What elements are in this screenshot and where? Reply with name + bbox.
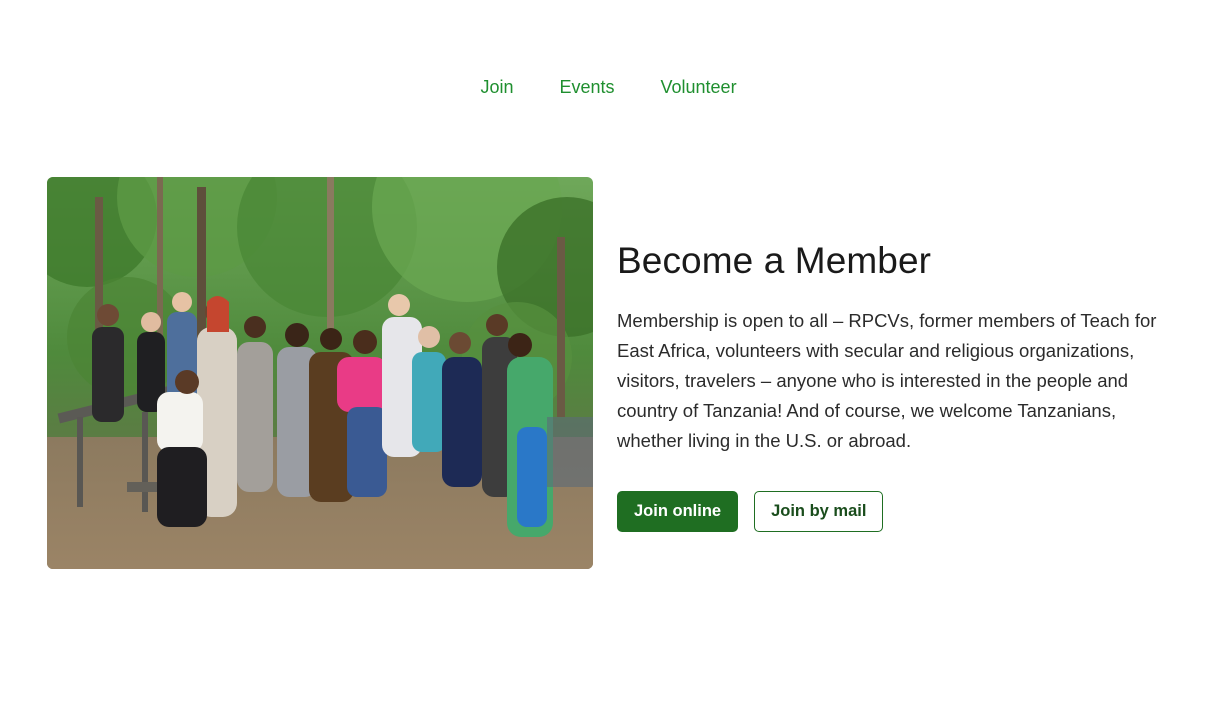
group-photo	[47, 177, 593, 569]
nav-link-events[interactable]: Events	[559, 72, 614, 102]
join-by-mail-button[interactable]: Join by mail	[754, 491, 884, 532]
page: Join Events Volunteer Become a Member Me…	[0, 0, 1217, 716]
nav-link-join[interactable]: Join	[480, 72, 513, 102]
membership-section: Become a Member Membership is open to al…	[617, 236, 1177, 532]
top-nav: Join Events Volunteer	[0, 72, 1217, 102]
membership-description: Membership is open to all – RPCVs, forme…	[617, 310, 1157, 451]
join-online-button[interactable]: Join online	[617, 491, 739, 532]
button-group: Join online Join by mail	[617, 491, 1177, 532]
section-heading: Become a Member	[617, 240, 932, 281]
nav-link-volunteer[interactable]: Volunteer	[661, 72, 737, 102]
